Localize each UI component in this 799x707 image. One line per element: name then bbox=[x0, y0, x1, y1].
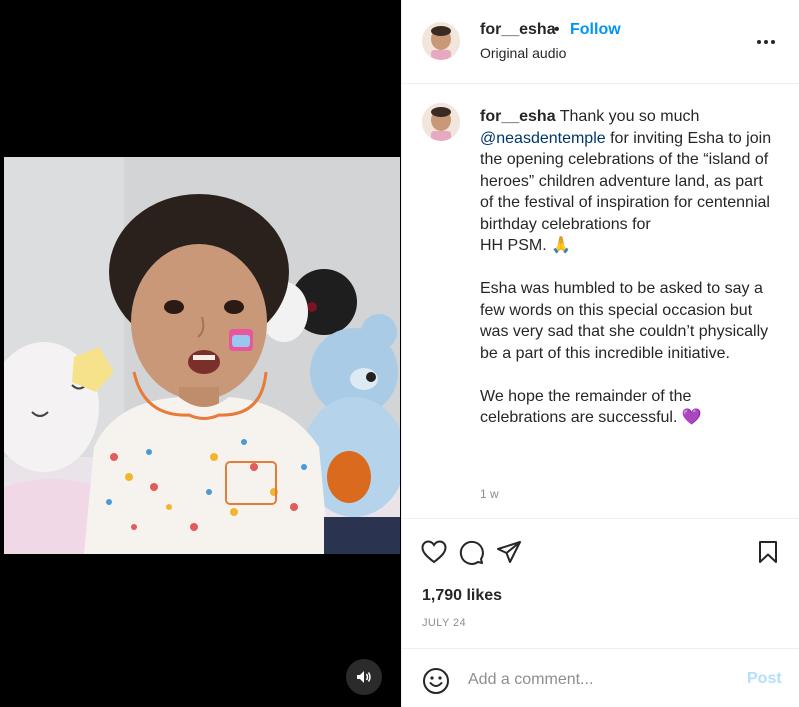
avatar[interactable] bbox=[422, 22, 460, 60]
mute-button[interactable] bbox=[346, 659, 382, 695]
caption-paragraph-3: We hope the remainder of the celebration… bbox=[480, 387, 692, 427]
avatar-image bbox=[422, 22, 460, 60]
likes-count[interactable]: 1,790 likes bbox=[422, 587, 502, 605]
post-panel: for__esha • Follow Original audio for__e… bbox=[401, 0, 799, 707]
share-button[interactable] bbox=[495, 538, 523, 566]
smiley-icon bbox=[423, 668, 449, 694]
like-button[interactable] bbox=[420, 538, 448, 566]
avatar-image bbox=[422, 103, 460, 141]
caption-part1b: HH PSM. bbox=[480, 237, 547, 254]
action-bar: 1,790 likes JULY 24 bbox=[402, 518, 799, 648]
caption-avatar[interactable] bbox=[422, 103, 460, 141]
comment-icon bbox=[459, 540, 484, 565]
follow-button[interactable]: Follow bbox=[570, 21, 621, 39]
caption-timestamp[interactable]: 1 w bbox=[480, 487, 499, 501]
separator-dot: • bbox=[554, 21, 560, 38]
comment-bar: Post bbox=[402, 648, 799, 707]
save-button[interactable] bbox=[754, 538, 782, 566]
comment-input[interactable] bbox=[468, 666, 728, 694]
paper-plane-icon bbox=[497, 541, 521, 563]
video-player[interactable] bbox=[4, 157, 400, 554]
caption-paragraph-2: Esha was humbled to be asked to say a fe… bbox=[480, 280, 769, 362]
post-header: for__esha • Follow Original audio bbox=[402, 0, 799, 84]
comment-button[interactable] bbox=[457, 538, 485, 566]
more-options-button[interactable] bbox=[754, 30, 778, 54]
pray-emoji: 🙏 bbox=[551, 237, 572, 254]
heart-emoji: 💜 bbox=[681, 409, 702, 426]
video-frame-image bbox=[4, 157, 400, 554]
username-link[interactable]: for__esha bbox=[480, 21, 556, 39]
mention-link[interactable]: @neasdentemple bbox=[480, 130, 606, 147]
post-comment-button[interactable]: Post bbox=[747, 670, 782, 688]
caption-username[interactable]: for__esha bbox=[480, 108, 556, 125]
bookmark-icon bbox=[759, 541, 777, 563]
heart-icon bbox=[421, 540, 447, 564]
caption-text: for__esha Thank you so much @neasdentemp… bbox=[480, 106, 780, 429]
emoji-button[interactable] bbox=[422, 667, 450, 695]
audio-link[interactable]: Original audio bbox=[480, 45, 566, 61]
more-horizontal-icon bbox=[757, 40, 775, 44]
media-area bbox=[0, 0, 401, 707]
post-date[interactable]: JULY 24 bbox=[422, 617, 466, 629]
speaker-icon bbox=[357, 671, 371, 683]
caption-line1: Thank you so much bbox=[559, 108, 700, 125]
caption-section: for__esha Thank you so much @neasdentemp… bbox=[402, 85, 799, 517]
post-dialog: for__esha • Follow Original audio for__e… bbox=[0, 0, 799, 707]
